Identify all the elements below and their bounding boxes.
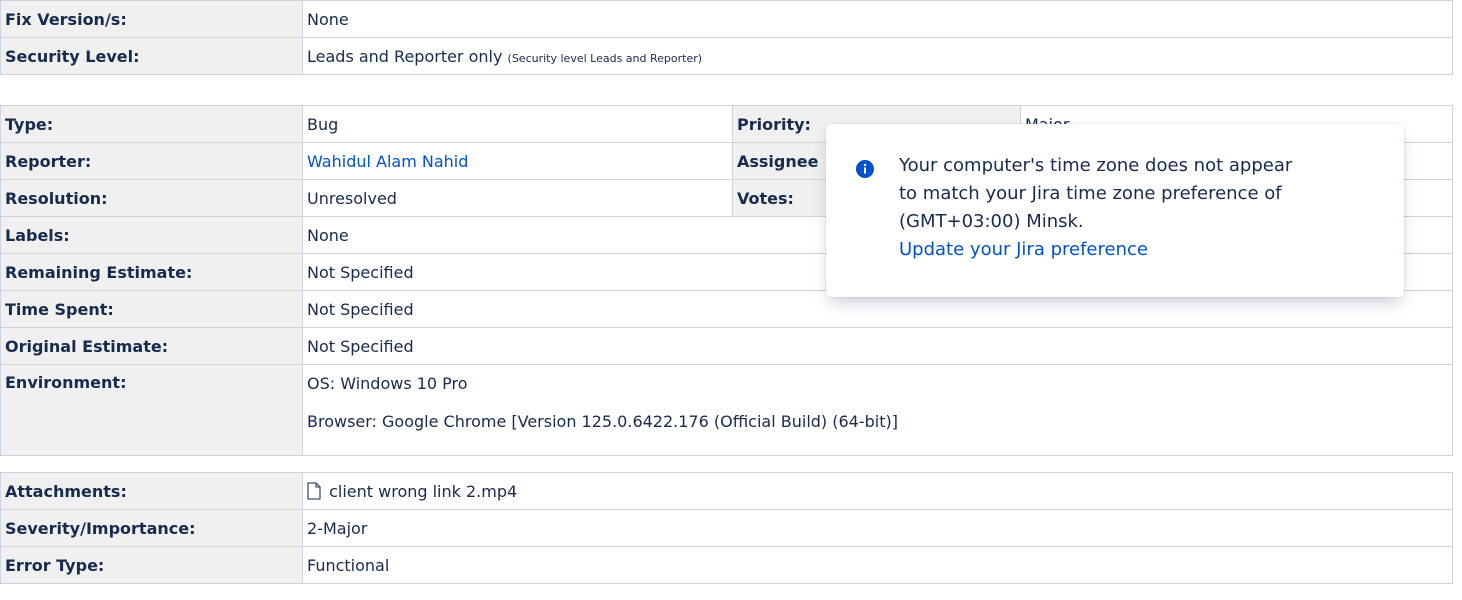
- environment-os: OS: Windows 10 Pro: [307, 374, 468, 393]
- severity-value: 2-Major: [302, 509, 1453, 547]
- severity-label: Severity/Importance:: [0, 509, 303, 547]
- file-icon: [307, 481, 329, 501]
- reporter-cell: Wahidul Alam Nahid: [302, 142, 733, 180]
- table-row: Fix Version/s: None: [0, 0, 1453, 38]
- error-type-label: Error Type:: [0, 546, 303, 584]
- issue-details-page: Fix Version/s: None Security Level: Lead…: [0, 0, 1462, 600]
- table-row: Environment: OS: Windows 10 Pro Browser:…: [0, 364, 1453, 456]
- table-row: Severity/Importance: 2-Major: [0, 509, 1453, 547]
- security-level-note: (Security level Leads and Reporter): [507, 51, 703, 65]
- environment-label: Environment:: [0, 364, 303, 456]
- timezone-message-line: Your computer's time zone does not appea…: [899, 155, 1293, 176]
- environment-value: OS: Windows 10 Pro Browser: Google Chrom…: [302, 364, 1453, 456]
- table-row: Attachments: client wrong link 2.mp4: [0, 472, 1453, 510]
- fix-version-value: None: [302, 0, 1453, 38]
- fix-version-label: Fix Version/s:: [0, 0, 303, 38]
- security-level-cell: Leads and Reporter only (Security level …: [302, 37, 1453, 75]
- environment-browser: Browser: Google Chrome [Version 125.0.64…: [307, 412, 898, 431]
- remaining-estimate-label: Remaining Estimate:: [0, 253, 303, 291]
- timezone-message-line: to match your Jira time zone preference …: [899, 183, 1282, 204]
- table-row: Original Estimate: Not Specified: [0, 327, 1453, 365]
- type-value: Bug: [302, 105, 733, 143]
- timezone-message: Your computer's time zone does not appea…: [899, 152, 1329, 264]
- error-type-value: Functional: [302, 546, 1453, 584]
- time-spent-label: Time Spent:: [0, 290, 303, 328]
- labels-label: Labels:: [0, 216, 303, 254]
- attachments-label: Attachments:: [0, 472, 303, 510]
- update-preference-link[interactable]: Update your Jira preference: [899, 236, 1329, 264]
- reporter-link[interactable]: Wahidul Alam Nahid: [307, 152, 468, 171]
- security-level-label: Security Level:: [0, 37, 303, 75]
- attachment-link[interactable]: client wrong link 2.mp4: [329, 482, 517, 501]
- reporter-label: Reporter:: [0, 142, 303, 180]
- resolution-label: Resolution:: [0, 179, 303, 217]
- type-label: Type:: [0, 105, 303, 143]
- timezone-message-line: (GMT+03:00) Minsk.: [899, 211, 1084, 232]
- security-level-value: Leads and Reporter only: [307, 46, 503, 66]
- table-row: Error Type: Functional: [0, 546, 1453, 584]
- original-estimate-value: Not Specified: [302, 327, 1453, 365]
- attachments-cell: client wrong link 2.mp4: [302, 472, 1453, 510]
- table-row: Security Level: Leads and Reporter only …: [0, 37, 1453, 75]
- version-security-table: Fix Version/s: None Security Level: Lead…: [0, 0, 1453, 75]
- resolution-value: Unresolved: [302, 179, 733, 217]
- custom-fields-table: Attachments: client wrong link 2.mp4 Sev…: [0, 472, 1453, 584]
- original-estimate-label: Original Estimate:: [0, 327, 303, 365]
- timezone-warning-popup: Your computer's time zone does not appea…: [826, 124, 1404, 297]
